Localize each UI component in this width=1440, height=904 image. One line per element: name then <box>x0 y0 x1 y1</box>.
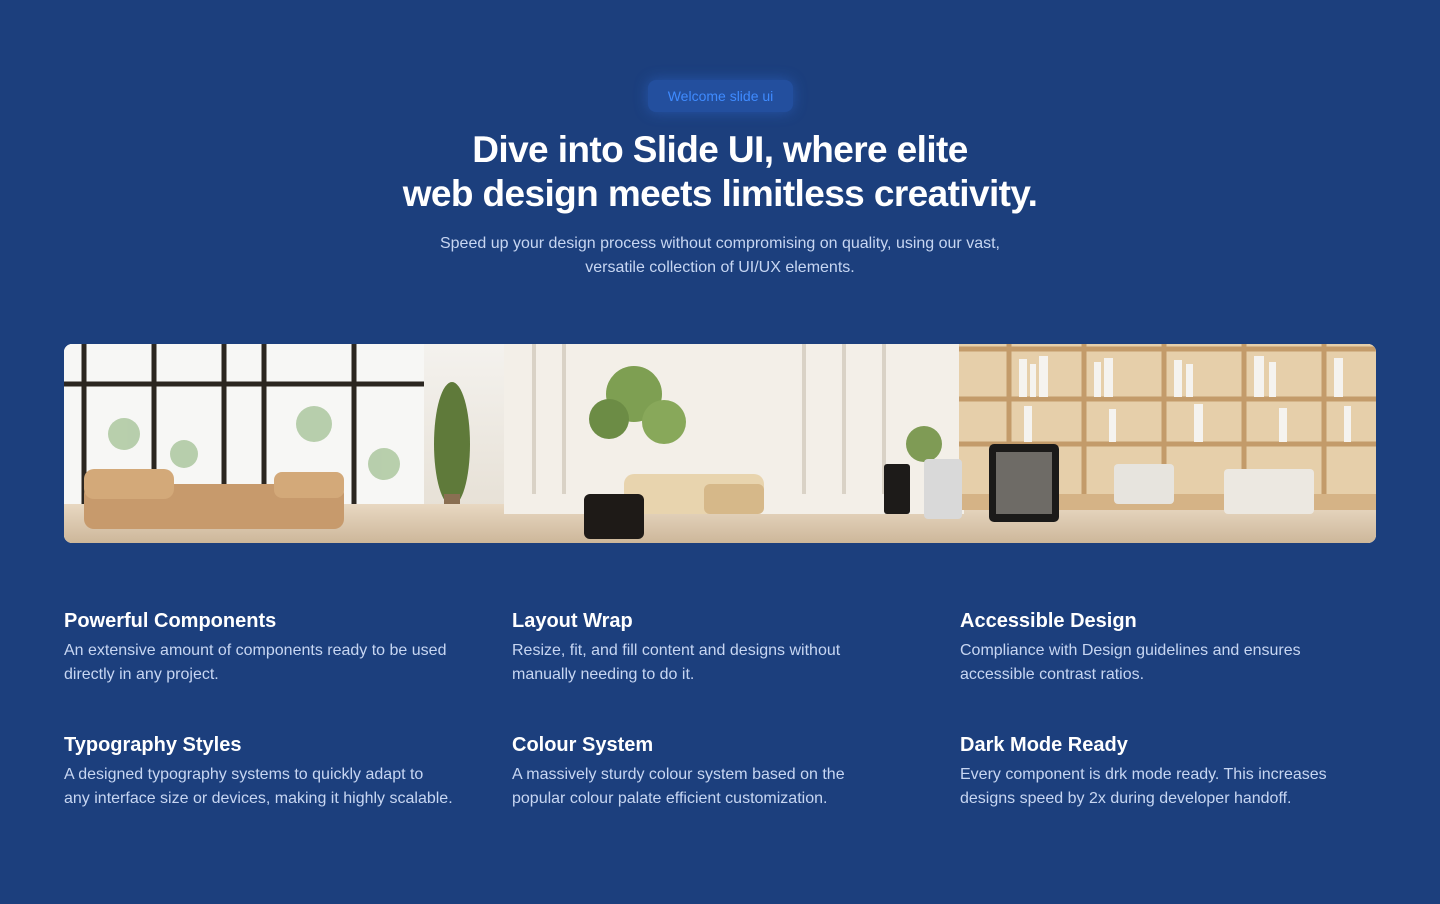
feature-dark-mode-ready: Dark Mode Ready Every component is drk m… <box>960 733 1390 807</box>
feature-typography-styles: Typography Styles A designed typography … <box>64 733 494 807</box>
hero-headline-line-1: Dive into Slide UI, where elite <box>472 129 968 170</box>
feature-description-line-2: accessible contrast ratios. <box>960 666 1145 683</box>
feature-title: Colour System <box>512 734 654 756</box>
feature-description-line-2: designs speed by 2x during developer han… <box>960 790 1292 807</box>
feature-description-line-2: popular colour palate efficient customiz… <box>512 790 828 807</box>
feature-title: Dark Mode Ready <box>960 734 1128 756</box>
feature-description: Compliance with Design guidelines and en… <box>960 639 1390 687</box>
feature-description: Every component is drk mode ready. This … <box>960 763 1390 811</box>
feature-title: Typography Styles <box>64 734 242 756</box>
feature-description-line-1: A massively sturdy colour system based o… <box>512 766 845 783</box>
feature-layout-wrap: Layout Wrap Resize, fit, and fill conten… <box>512 609 942 683</box>
feature-colour-system: Colour System A massively sturdy colour … <box>512 733 942 807</box>
office-banner-image <box>64 344 1376 543</box>
feature-description-line-2: manually needing to do it. <box>512 666 695 683</box>
feature-description: A designed typography systems to quickly… <box>64 763 494 811</box>
feature-description-line-1: Resize, fit, and fill content and design… <box>512 642 841 659</box>
hero-headline: Dive into Slide UI, where elite web desi… <box>320 128 1120 216</box>
feature-description: Resize, fit, and fill content and design… <box>512 639 942 687</box>
welcome-badge[interactable]: Welcome slide ui <box>648 80 793 112</box>
hero-subheading-line-2: versatile collection of UI/UX elements. <box>585 259 855 276</box>
feature-title: Accessible Design <box>960 610 1137 632</box>
feature-description-line-1: A designed typography systems to quickly… <box>64 766 424 783</box>
feature-description: A massively sturdy colour system based o… <box>512 763 942 811</box>
feature-description-line-1: An extensive amount of components ready … <box>64 642 447 659</box>
feature-description-line-2: directly in any project. <box>64 666 219 683</box>
feature-description: An extensive amount of components ready … <box>64 639 494 687</box>
feature-description-line-1: Every component is drk mode ready. This … <box>960 766 1327 783</box>
feature-powerful-components: Powerful Components An extensive amount … <box>64 609 494 683</box>
hero-subheading-line-1: Speed up your design process without com… <box>439 235 1000 252</box>
feature-description-line-1: Compliance with Design guidelines and en… <box>960 642 1301 659</box>
feature-accessible-design: Accessible Design Compliance with Design… <box>960 609 1390 683</box>
hero-subheading: Speed up your design process without com… <box>380 232 1060 280</box>
feature-title: Powerful Components <box>64 610 277 632</box>
feature-description-line-2: any interface size or devices, making it… <box>64 790 453 807</box>
feature-title: Layout Wrap <box>512 610 633 632</box>
hero-headline-line-2: web design meets limitless creativity. <box>402 173 1038 214</box>
